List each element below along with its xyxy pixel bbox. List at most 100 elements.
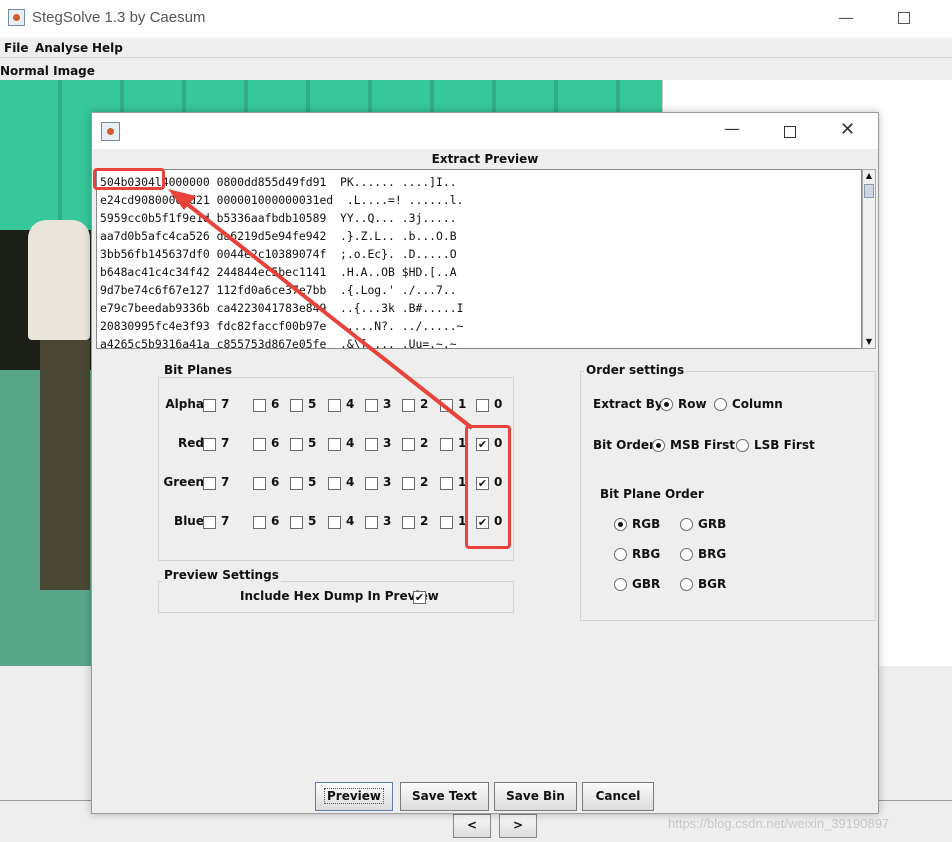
- bitplane-bit-label: 4: [346, 436, 355, 450]
- scroll-thumb[interactable]: [864, 184, 874, 198]
- plane-order-brg-label: BRG: [698, 547, 727, 561]
- dialog-close-icon[interactable]: ✕: [840, 119, 855, 140]
- dialog-maximize-icon[interactable]: [784, 126, 796, 138]
- preview-line: 3bb56fb145637df0 0044e2c10389074f ;.o.Ec…: [100, 247, 457, 261]
- minimize-icon[interactable]: —: [838, 8, 854, 27]
- bitplane-checkbox-alpha-2[interactable]: [402, 399, 415, 412]
- cancel-button[interactable]: Cancel: [582, 782, 654, 811]
- bitplane-checkbox-alpha-3[interactable]: [365, 399, 378, 412]
- bit-planes-title: Bit Planes: [162, 363, 235, 377]
- bitplane-bit-label: 2: [420, 397, 429, 411]
- plane-order-grb-radio[interactable]: [680, 518, 693, 531]
- bitplane-bit-label: 3: [383, 397, 392, 411]
- bitplane-checkbox-blue-4[interactable]: [328, 516, 341, 529]
- bitplane-bit-label: 6: [271, 475, 280, 489]
- scroll-down-icon[interactable]: ▼: [863, 336, 875, 348]
- plane-order-rgb-radio[interactable]: [614, 518, 627, 531]
- bit-order-msb-radio[interactable]: [652, 439, 665, 452]
- bitplane-checkbox-green-7[interactable]: [203, 477, 216, 490]
- bitplane-checkbox-alpha-1[interactable]: [440, 399, 453, 412]
- hex-dump-label: Include Hex Dump In Preview: [240, 589, 439, 603]
- extract-by-row-radio[interactable]: [660, 398, 673, 411]
- bitplane-checkbox-alpha-6[interactable]: [253, 399, 266, 412]
- preview-line: 5959cc0b5f1f9e1d b5336aafbdb10589 YY..Q.…: [100, 211, 457, 225]
- save-bin-button[interactable]: Save Bin: [494, 782, 577, 811]
- bitplane-checkbox-blue-7[interactable]: [203, 516, 216, 529]
- menu-help[interactable]: Help: [92, 41, 123, 55]
- preview-line: e79c7beedab9336b ca4223041783e849 ..{...…: [100, 301, 464, 315]
- plane-order-gbr-label: GBR: [632, 577, 661, 591]
- bitplane-bit-label: 6: [271, 397, 280, 411]
- preview-button[interactable]: Preview: [315, 782, 393, 811]
- bitplane-bit-label: 0: [494, 397, 503, 411]
- dialog-app-icon: [101, 122, 120, 141]
- bitplane-checkbox-blue-3[interactable]: [365, 516, 378, 529]
- extract-preview-text[interactable]: 504b0304l4000000 0800dd855d49fd91 PK....…: [96, 169, 862, 349]
- extract-by-row-label: Row: [678, 397, 707, 411]
- bitplane-checkbox-green-5[interactable]: [290, 477, 303, 490]
- bitplane-checkbox-blue-6[interactable]: [253, 516, 266, 529]
- preview-line: 20830995fc4e3f93 fdc82faccf00b97e ....N?…: [100, 319, 464, 333]
- bitplane-checkbox-alpha-7[interactable]: [203, 399, 216, 412]
- bitplane-checkbox-blue-2[interactable]: [402, 516, 415, 529]
- bitplane-checkbox-blue-1[interactable]: [440, 516, 453, 529]
- bit-order-lsb-radio[interactable]: [736, 439, 749, 452]
- bitplane-bit-label: 2: [420, 436, 429, 450]
- bitplane-checkbox-red-1[interactable]: [440, 438, 453, 451]
- bitplane-bit-label: 4: [346, 397, 355, 411]
- plane-order-brg-radio[interactable]: [680, 548, 693, 561]
- bitplane-row-label: Red: [178, 436, 204, 450]
- menu-file[interactable]: File: [4, 41, 29, 55]
- bitplane-checkbox-alpha-4[interactable]: [328, 399, 341, 412]
- extract-by-column-label: Column: [732, 397, 783, 411]
- plane-order-gbr-radio[interactable]: [614, 578, 627, 591]
- save-text-button[interactable]: Save Text: [400, 782, 489, 811]
- bitplane-checkbox-green-1[interactable]: [440, 477, 453, 490]
- extract-by-column-radio[interactable]: [714, 398, 727, 411]
- annotation-highlight-header: [93, 168, 165, 190]
- bitplane-checkbox-red-4[interactable]: [328, 438, 341, 451]
- preview-line: a4265c5b9316a41a c855753d867e05fe .&\[..…: [100, 337, 457, 349]
- menu-analyse[interactable]: Analyse: [35, 41, 88, 55]
- maximize-icon[interactable]: [898, 12, 910, 24]
- bitplane-checkbox-blue-5[interactable]: [290, 516, 303, 529]
- dialog-minimize-icon[interactable]: —: [724, 119, 740, 138]
- prev-button[interactable]: <: [453, 814, 491, 838]
- bitplane-bit-label: 1: [458, 397, 467, 411]
- app-icon: [8, 9, 25, 26]
- bitplane-checkbox-alpha-0[interactable]: [476, 399, 489, 412]
- preview-settings-title: Preview Settings: [162, 568, 281, 582]
- plane-order-bgr-radio[interactable]: [680, 578, 693, 591]
- bitplane-bit-label: 3: [383, 475, 392, 489]
- scroll-up-icon[interactable]: ▲: [863, 170, 875, 182]
- preview-scrollbar[interactable]: ▲ ▼: [862, 169, 876, 349]
- plane-order-rbg-radio[interactable]: [614, 548, 627, 561]
- hex-dump-checkbox[interactable]: ✔: [413, 591, 426, 604]
- bit-order-label: Bit Order: [593, 438, 655, 452]
- bitplane-bit-label: 3: [383, 514, 392, 528]
- main-titlebar: StegSolve 1.3 by Caesum —: [0, 0, 952, 38]
- bitplane-checkbox-red-5[interactable]: [290, 438, 303, 451]
- bitplane-checkbox-alpha-5[interactable]: [290, 399, 303, 412]
- dialog-titlebar: — ✕: [92, 113, 878, 149]
- annotation-highlight-bit0: [465, 425, 511, 549]
- image-person-shirt: [28, 220, 90, 340]
- window-title: StegSolve 1.3 by Caesum: [32, 9, 206, 26]
- bitplane-checkbox-green-3[interactable]: [365, 477, 378, 490]
- bitplane-bit-label: 6: [271, 514, 280, 528]
- preview-line: b648ac41c4c34f42 244844ec5bec1141 .H.A..…: [100, 265, 457, 279]
- bitplane-checkbox-green-6[interactable]: [253, 477, 266, 490]
- bit-plane-order-title: Bit Plane Order: [600, 487, 704, 501]
- bitplane-checkbox-green-4[interactable]: [328, 477, 341, 490]
- bitplane-checkbox-red-2[interactable]: [402, 438, 415, 451]
- bitplane-checkbox-red-3[interactable]: [365, 438, 378, 451]
- menubar: File Analyse Help: [0, 38, 952, 58]
- bitplane-checkbox-red-7[interactable]: [203, 438, 216, 451]
- bitplane-row-label: Blue: [174, 514, 204, 528]
- preview-lines: 504b0304l4000000 0800dd855d49fd91 PK....…: [100, 173, 464, 349]
- bitplane-checkbox-green-2[interactable]: [402, 477, 415, 490]
- next-button[interactable]: >: [499, 814, 537, 838]
- bitplane-checkbox-red-6[interactable]: [253, 438, 266, 451]
- bitplane-row-label: Alpha: [165, 397, 204, 411]
- bitplane-bit-label: 3: [383, 436, 392, 450]
